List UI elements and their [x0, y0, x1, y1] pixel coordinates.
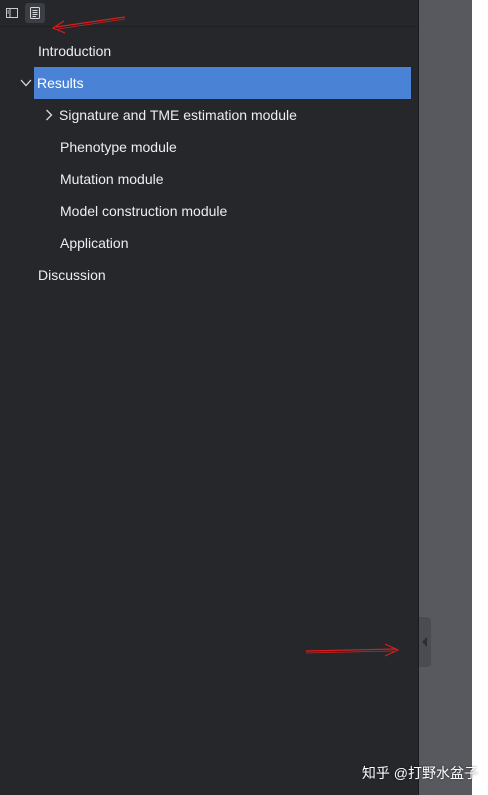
outline-item-mutation[interactable]: Mutation module [60, 163, 164, 195]
outline-view-button[interactable] [25, 3, 45, 23]
outline-item-application[interactable]: Application [60, 227, 129, 259]
outline-item-phenotype[interactable]: Phenotype module [60, 131, 177, 163]
outline-item-label: Application [60, 235, 129, 251]
outline-document-icon [30, 7, 40, 19]
collapse-left-icon [422, 637, 427, 647]
outline-item-label: Results [37, 75, 84, 91]
outline-item-discussion[interactable]: Discussion [38, 259, 106, 291]
sidebar-toggle-button[interactable] [2, 3, 22, 23]
outline-item-label: Discussion [38, 267, 106, 283]
sidebar-toolbar [0, 0, 418, 27]
outline-item-label: Signature and TME estimation module [59, 107, 297, 123]
outline-item-label: Introduction [38, 43, 112, 59]
outline-item-label: Mutation module [60, 171, 164, 187]
outline-sidebar: Introduction Results Signature and TME e… [0, 0, 419, 795]
watermark: 知乎 @打野水盆子 [361, 765, 478, 781]
sidebar-collapse-handle[interactable] [419, 617, 431, 667]
outline-item-label: Model construction module [60, 203, 228, 219]
outline-item-label: Phenotype module [60, 139, 177, 155]
chevron-right-icon[interactable] [42, 99, 56, 131]
sidebar-toggle-icon [6, 8, 18, 18]
outline-item-results[interactable]: Results [34, 67, 411, 99]
chevron-down-icon[interactable] [19, 67, 33, 99]
editor-gutter [419, 0, 472, 795]
outline-item-signature-tme[interactable]: Signature and TME estimation module [59, 99, 297, 131]
outline-item-introduction[interactable]: Introduction [38, 35, 111, 67]
outline-item-model-construction[interactable]: Model construction module [60, 195, 227, 227]
